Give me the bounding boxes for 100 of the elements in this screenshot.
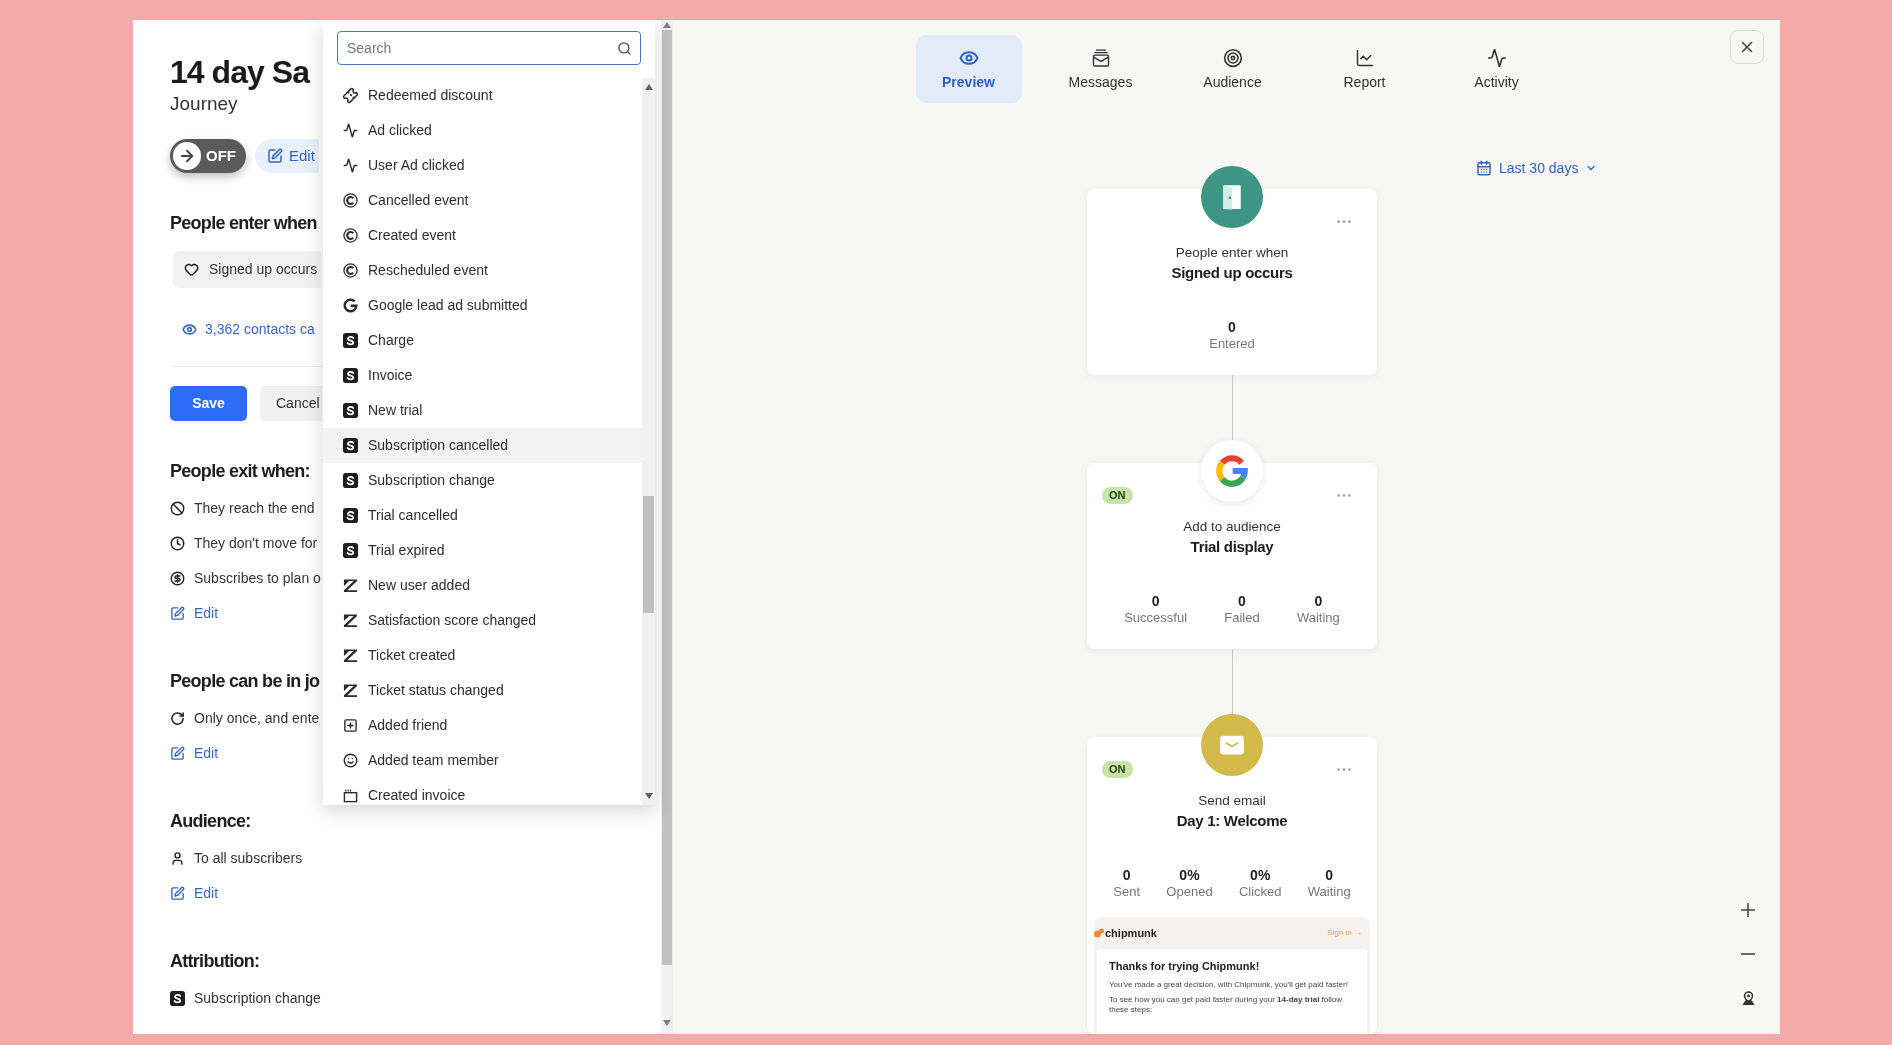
scroll-up-icon[interactable] xyxy=(644,84,653,90)
connector-line xyxy=(1231,375,1233,440)
line-chart-icon xyxy=(1354,48,1375,68)
smiley-icon xyxy=(343,753,358,768)
heart-icon xyxy=(184,262,199,277)
letter-s-icon xyxy=(343,333,358,348)
letter-s-icon xyxy=(343,403,358,418)
close-button[interactable] xyxy=(1730,30,1764,64)
letter-s-icon xyxy=(170,991,185,1006)
rule-text: To all subscribers xyxy=(194,849,303,868)
flow-step-card[interactable]: People enter when Signed up occurs 0 Entered xyxy=(1087,189,1377,375)
edit-button[interactable]: Edit xyxy=(255,139,319,173)
stat-value: 0 xyxy=(1325,866,1334,884)
edit-link[interactable]: Edit xyxy=(170,876,303,911)
envelope-stack-icon xyxy=(1090,48,1111,68)
section-heading: People can be in jo xyxy=(170,670,320,693)
rule-text: Subscription change xyxy=(194,989,321,1008)
stat-value: 0% xyxy=(1250,866,1271,884)
letter-g-logo-icon xyxy=(1201,440,1263,502)
box-icon xyxy=(343,788,358,803)
z-mark-icon xyxy=(343,613,358,628)
section-heading: Audience: xyxy=(170,810,251,833)
journey-title: 14 day Sa xyxy=(170,54,310,90)
plus-icon xyxy=(1741,903,1755,917)
z-mark-icon xyxy=(343,578,358,593)
status-badge: ON xyxy=(1102,487,1133,504)
cancel-button[interactable]: Cancel xyxy=(260,386,322,421)
trigger-chip[interactable]: Signed up occurs xyxy=(173,251,322,288)
flow-step-card[interactable] xyxy=(1087,737,1377,1034)
step-title: Trial display xyxy=(1189,537,1275,557)
target-icon xyxy=(1222,48,1243,68)
section-heading: People exit when: xyxy=(170,460,310,483)
step-caption: People enter when xyxy=(1174,244,1290,262)
list-scrollbar-thumb[interactable] xyxy=(643,496,654,613)
rule-text: They reach the end xyxy=(194,499,315,518)
edit-link[interactable]: Edit xyxy=(170,736,320,771)
dollar-circle-icon xyxy=(170,571,185,586)
edit-icon xyxy=(170,746,185,761)
edit-link[interactable]: Edit xyxy=(170,596,321,631)
edit-icon xyxy=(170,606,185,621)
eye-icon xyxy=(182,321,197,337)
stat-value: 0 xyxy=(1314,592,1323,610)
contacts-link[interactable]: 3,362 contacts ca xyxy=(182,319,315,339)
letter-g-icon xyxy=(343,298,358,313)
connector-line xyxy=(1231,649,1233,714)
circled-c-icon xyxy=(343,193,358,208)
clock-icon xyxy=(170,536,185,551)
trigger-label: Signed up occurs xyxy=(209,260,318,279)
section-heading: People enter when xyxy=(170,212,317,235)
pulse-icon xyxy=(343,158,358,173)
section-heading: Attribution: xyxy=(170,950,260,973)
stat-label: Sent xyxy=(1113,884,1141,900)
event-option[interactable]: Created invoice xyxy=(323,778,642,805)
stat-value: 0 xyxy=(1238,592,1246,610)
z-mark-icon xyxy=(343,683,358,698)
email-paragraph: To see how you can get paid faster during your 14-day trial follow these steps: xyxy=(1109,995,1344,1015)
step-caption: Add to audience xyxy=(1182,518,1282,536)
circled-c-icon xyxy=(343,228,358,243)
search-icon xyxy=(617,40,632,56)
view-tab[interactable]: Report xyxy=(1311,35,1418,103)
search-field[interactable]: Search xyxy=(337,31,641,65)
scroll-up-icon[interactable] xyxy=(663,22,671,28)
letter-s-icon xyxy=(343,508,358,523)
z-mark-icon xyxy=(343,648,358,663)
rule-text: They don't move for xyxy=(194,534,318,553)
stat-label: Waiting xyxy=(1307,884,1351,900)
email-heading: Thanks for trying Chipmunk! xyxy=(1109,959,1261,973)
circled-c-icon xyxy=(343,263,358,278)
step-caption: Send email xyxy=(1197,792,1267,810)
eye-icon xyxy=(958,48,979,68)
view-tab[interactable]: Messages xyxy=(1047,35,1154,103)
ban-icon xyxy=(170,501,185,516)
stat-value: 0 xyxy=(1122,866,1131,884)
pulse-icon xyxy=(343,123,358,138)
person-icon xyxy=(170,851,185,866)
view-tab[interactable]: Preview xyxy=(915,35,1022,103)
stat-label: Opened xyxy=(1166,884,1213,900)
view-tab[interactable]: Audience xyxy=(1179,35,1286,103)
toggle-switch[interactable]: OFF xyxy=(170,139,246,173)
date-range-button[interactable]: Last 30 days xyxy=(1476,158,1598,178)
stat-value: 0 xyxy=(1228,318,1236,336)
event-option[interactable]: Subscription cancelled xyxy=(323,428,642,463)
stat-label: Clicked xyxy=(1238,884,1282,900)
refresh-icon xyxy=(170,711,185,726)
scroll-down-icon[interactable] xyxy=(663,1020,671,1026)
edit-icon xyxy=(267,148,283,164)
ellipsis-icon xyxy=(1337,494,1351,497)
flow-step-card[interactable]: ON Add to audience Trial display 0 Successful 0 Failed 0 Waiting xyxy=(1087,463,1377,649)
ellipsis-icon xyxy=(1337,220,1351,223)
journey-subtitle: Journey xyxy=(170,92,238,116)
page-scrollbar-thumb[interactable] xyxy=(662,30,672,965)
plus-square-icon xyxy=(343,718,358,733)
view-tab[interactable]: Activity xyxy=(1443,35,1550,103)
minus-icon xyxy=(1741,953,1755,955)
stat-label: Entered xyxy=(1209,336,1255,352)
pulse-icon xyxy=(1486,48,1507,68)
ellipsis-icon xyxy=(1337,768,1351,771)
scroll-down-icon[interactable] xyxy=(644,793,653,799)
brand-name: chipmunk xyxy=(1105,925,1157,941)
save-button[interactable]: Save xyxy=(170,386,247,421)
